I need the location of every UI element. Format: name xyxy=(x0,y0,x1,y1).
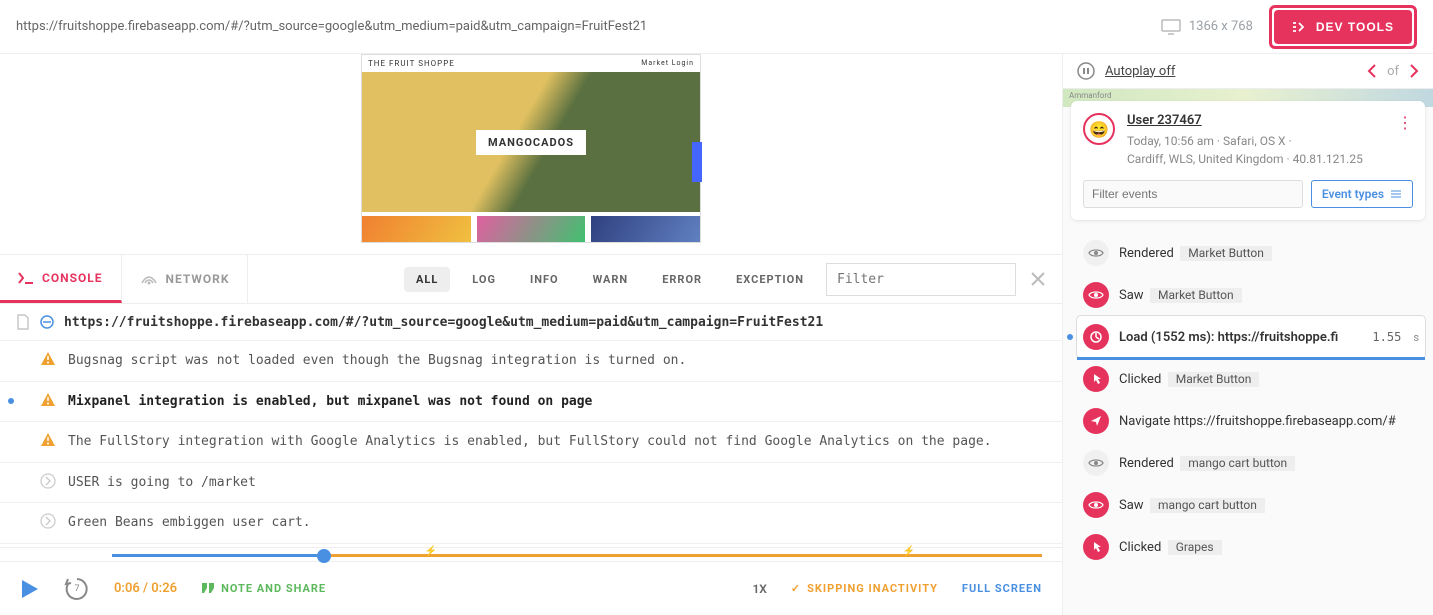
event-row[interactable]: Clicked Market Button xyxy=(1077,358,1425,400)
quote-icon xyxy=(201,582,215,594)
play-button[interactable] xyxy=(20,578,40,600)
event-types-button[interactable]: Event types xyxy=(1311,180,1413,208)
thumb-image xyxy=(362,216,471,242)
next-session-button[interactable] xyxy=(1409,64,1419,78)
site-name: THE FRUIT SHOPPE xyxy=(368,59,455,68)
filter-log[interactable]: LOG xyxy=(460,267,508,292)
fullscreen-button[interactable]: FULL SCREEN xyxy=(962,582,1042,595)
timeline-scrubber[interactable]: ⚡ ⚡ xyxy=(0,547,1062,561)
load-icon xyxy=(1083,324,1109,350)
sliders-icon xyxy=(1390,189,1402,199)
note-and-share-button[interactable]: NOTE AND SHARE xyxy=(201,582,326,595)
filter-events-input[interactable] xyxy=(1083,180,1303,208)
console-icon xyxy=(18,272,34,284)
event-row[interactable]: Rendered mango cart button xyxy=(1077,442,1425,484)
eye-icon xyxy=(1083,282,1109,308)
filter-info[interactable]: INFO xyxy=(518,267,571,292)
skip-inactivity-toggle[interactable]: ✓SKIPPING INACTIVITY xyxy=(791,582,938,595)
console-body: https://fruitshoppe.firebaseapp.com/#/?u… xyxy=(0,304,1062,547)
event-row[interactable]: Rendered Market Button xyxy=(1077,232,1425,274)
bolt-icon: ⚡ xyxy=(425,546,437,557)
console-url: https://fruitshoppe.firebaseapp.com/#/?u… xyxy=(64,315,823,330)
autoplay-toggle[interactable]: Autoplay off xyxy=(1105,64,1175,79)
event-list: Rendered Market Button Saw Market Button… xyxy=(1063,226,1433,615)
network-icon xyxy=(140,272,158,286)
event-row[interactable]: Load (1552 ms): https://fruitshoppe.fi 1… xyxy=(1077,316,1425,358)
navigate-icon xyxy=(1083,408,1109,434)
event-row[interactable]: Clicked Grapes xyxy=(1077,526,1425,568)
avatar: 😄 xyxy=(1083,113,1115,145)
dev-tools-button[interactable]: DEV TOOLS xyxy=(1274,10,1412,44)
thumb-image xyxy=(591,216,700,242)
eye-icon xyxy=(1083,450,1109,476)
console-row: Bugsnag script was not loaded even thoug… xyxy=(0,341,1062,382)
playback-time: 0:06 / 0:26 xyxy=(114,581,177,596)
eye-icon xyxy=(1083,240,1109,266)
kebab-menu-icon[interactable]: ⋮ xyxy=(1397,113,1413,132)
current-marker xyxy=(1067,334,1073,340)
site-nav: Market Login xyxy=(641,59,694,68)
devtools-icon xyxy=(1292,21,1308,33)
console-row: Mixpanel integration is enabled, but mix… xyxy=(0,382,1062,423)
event-row[interactable]: Saw mango cart button xyxy=(1077,484,1425,526)
user-meta: Today, 10:56 am · Safari, OS X · Cardiff… xyxy=(1127,132,1385,168)
console-row: The FullStory integration with Google An… xyxy=(0,422,1062,463)
warning-icon xyxy=(40,392,56,408)
session-preview: THE FRUIT SHOPPE Market Login MANGOCADOS xyxy=(0,54,1062,254)
rewind-button[interactable]: 7 xyxy=(64,576,90,602)
warning-icon xyxy=(40,432,56,448)
page-url: https://fruitshoppe.firebaseapp.com/#/?u… xyxy=(16,19,1161,34)
event-row[interactable]: Saw Market Button xyxy=(1077,274,1425,316)
tab-console[interactable]: CONSOLE xyxy=(0,255,122,303)
event-row[interactable]: Navigate https://fruitshoppe.firebaseapp… xyxy=(1077,400,1425,442)
console-row: Green Beans embiggen user cart. xyxy=(0,503,1062,544)
chevron-right-icon[interactable] xyxy=(40,513,56,529)
console-row: USER is going to /market xyxy=(0,463,1062,504)
console-filter-input[interactable] xyxy=(826,263,1016,296)
hero-label: MANGOCADOS xyxy=(476,130,586,155)
prev-session-button[interactable] xyxy=(1367,64,1377,78)
chevron-right-icon[interactable] xyxy=(40,473,56,489)
close-icon[interactable] xyxy=(1026,267,1050,291)
session-of-label: of xyxy=(1387,64,1399,79)
monitor-icon xyxy=(1161,19,1181,35)
eye-icon xyxy=(1083,492,1109,518)
filter-warn[interactable]: WARN xyxy=(581,267,641,292)
feedback-tab xyxy=(692,142,702,182)
click-icon xyxy=(1083,366,1109,392)
current-marker xyxy=(8,398,14,404)
filter-all[interactable]: ALL xyxy=(404,267,450,292)
playback-speed[interactable]: 1X xyxy=(752,582,766,596)
filter-exception[interactable]: EXCEPTION xyxy=(724,267,816,292)
warning-icon xyxy=(40,351,56,367)
bolt-icon: ⚡ xyxy=(903,546,915,557)
autoplay-icon xyxy=(1077,62,1095,80)
page-icon xyxy=(16,314,30,330)
click-icon xyxy=(1083,534,1109,560)
user-card: 😄 User 237467 Today, 10:56 am · Safari, … xyxy=(1071,101,1425,220)
filter-error[interactable]: ERROR xyxy=(650,267,714,292)
tab-network[interactable]: NETWORK xyxy=(122,255,249,303)
thumb-image xyxy=(477,216,586,242)
user-name-link[interactable]: User 237467 xyxy=(1127,113,1385,128)
viewport-size: 1366 x 768 xyxy=(1161,19,1253,35)
collapse-icon[interactable] xyxy=(40,315,54,329)
